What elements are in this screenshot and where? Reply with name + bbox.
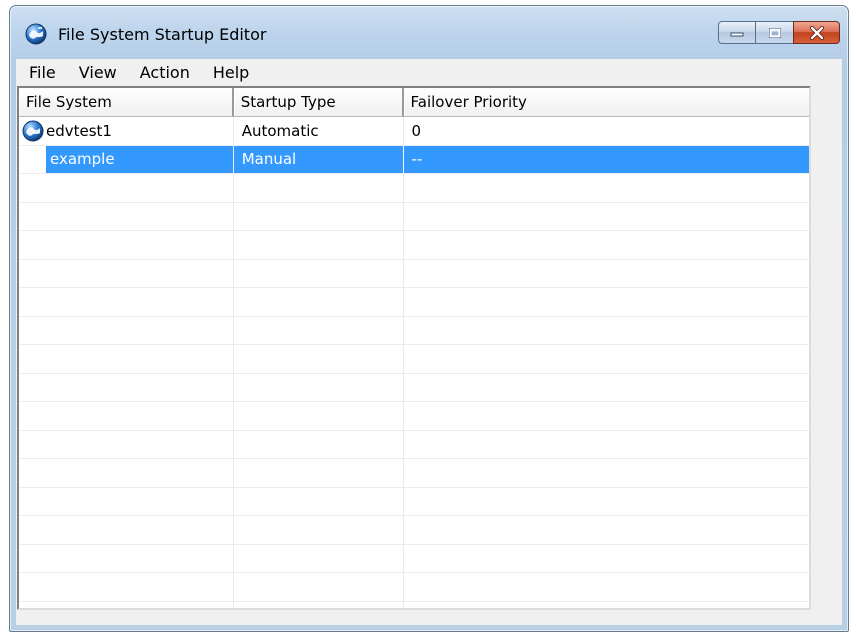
empty-cell [234, 373, 404, 401]
empty-cell [19, 202, 234, 230]
empty-cell [404, 573, 809, 601]
empty-cell [404, 459, 809, 487]
file-system-name: edvtest1 [46, 121, 112, 140]
empty-cell [404, 260, 809, 288]
window-title: File System Startup Editor [58, 25, 267, 44]
empty-cell [404, 602, 809, 609]
menu-bar: File View Action Help [16, 59, 842, 86]
cell-failover-priority: -- [403, 145, 809, 173]
globe-icon [22, 120, 44, 142]
cell-startup-type: Manual [233, 145, 404, 173]
title-bar[interactable]: File System Startup Editor [10, 6, 848, 58]
empty-row [19, 601, 809, 609]
empty-row [19, 345, 809, 374]
empty-cell [404, 374, 809, 402]
cell-file-system: example [19, 145, 234, 173]
empty-row [19, 573, 809, 602]
empty-cell [19, 544, 234, 572]
empty-row [19, 544, 809, 573]
file-system-name: example [46, 145, 233, 173]
empty-cell [234, 288, 404, 316]
empty-row [19, 316, 809, 345]
empty-cell [19, 345, 234, 373]
empty-row [19, 231, 809, 260]
menu-file[interactable]: File [16, 63, 68, 82]
list-rows: edvtest1 Automatic 0 example Manual -- [19, 117, 809, 609]
menu-action[interactable]: Action [129, 63, 202, 82]
empty-row [19, 516, 809, 545]
empty-row [19, 202, 809, 231]
empty-cell [234, 402, 404, 430]
column-header-file-system[interactable]: File System [19, 88, 234, 116]
empty-cell [234, 516, 404, 544]
menu-view[interactable]: View [68, 63, 129, 82]
empty-cell [234, 430, 404, 458]
empty-cell [404, 402, 809, 430]
empty-row [19, 459, 809, 488]
minimize-button[interactable] [718, 21, 756, 44]
empty-cell [19, 573, 234, 601]
empty-cell [234, 174, 404, 202]
file-system-list[interactable]: File System Startup Type Failover Priori… [17, 86, 811, 610]
empty-cell [234, 202, 404, 230]
empty-row [19, 288, 809, 317]
minimize-icon [730, 32, 744, 36]
close-icon [809, 25, 824, 40]
caption-buttons [718, 21, 840, 44]
empty-cell [19, 174, 234, 202]
cell-failover-priority: 0 [411, 121, 422, 140]
column-header-failover-priority[interactable]: Failover Priority [403, 88, 809, 116]
empty-cell [19, 516, 234, 544]
empty-cell [19, 459, 234, 487]
empty-cell [404, 203, 809, 231]
empty-cell [19, 288, 234, 316]
empty-cell [404, 488, 809, 516]
empty-row [19, 174, 809, 203]
table-row[interactable]: edvtest1 Automatic 0 [19, 117, 809, 146]
empty-row [19, 259, 809, 288]
empty-cell [404, 231, 809, 259]
empty-cell [404, 431, 809, 459]
maximize-button[interactable] [755, 21, 794, 44]
empty-cell [234, 231, 404, 259]
cell-file-system: edvtest1 [19, 117, 234, 145]
list-header: File System Startup Type Failover Priori… [19, 88, 809, 117]
empty-cell [19, 231, 234, 259]
column-header-startup-type[interactable]: Startup Type [233, 88, 404, 116]
empty-row [19, 373, 809, 402]
table-row-selected[interactable]: example Manual -- [19, 145, 809, 174]
empty-cell [404, 345, 809, 373]
empty-cell [404, 174, 809, 202]
empty-cell [404, 288, 809, 316]
empty-row [19, 430, 809, 459]
empty-cell [19, 487, 234, 515]
empty-cell [234, 345, 404, 373]
empty-cell [19, 430, 234, 458]
empty-cell [19, 316, 234, 344]
empty-cell [404, 317, 809, 345]
maximize-icon [768, 27, 781, 38]
empty-cell [234, 601, 404, 608]
empty-cell [234, 573, 404, 601]
empty-cell [19, 373, 234, 401]
empty-cell [234, 544, 404, 572]
empty-cell [19, 601, 234, 608]
empty-cell [404, 516, 809, 544]
empty-cell [19, 259, 234, 287]
empty-cell [234, 459, 404, 487]
globe-icon [25, 23, 47, 45]
cell-startup-type: Automatic [234, 117, 404, 145]
empty-cell [234, 487, 404, 515]
empty-row [19, 487, 809, 516]
empty-cell [234, 259, 404, 287]
empty-row [19, 402, 809, 431]
empty-cell [234, 316, 404, 344]
close-button[interactable] [793, 21, 840, 44]
empty-cell [19, 402, 234, 430]
empty-cell [404, 545, 809, 573]
menu-help[interactable]: Help [202, 63, 261, 82]
